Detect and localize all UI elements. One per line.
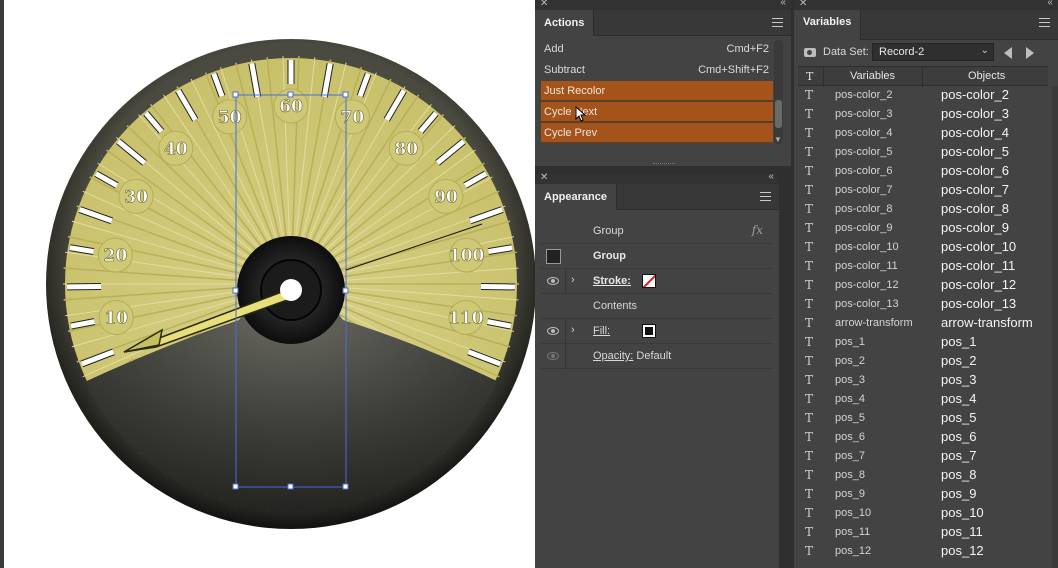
- gauge-label: 40: [164, 139, 188, 159]
- gauge-label: 100: [449, 246, 485, 266]
- camera-icon[interactable]: [804, 48, 816, 57]
- tab-appearance[interactable]: Appearance: [535, 184, 617, 210]
- variables-table-header: T Variables Objects: [798, 66, 1048, 87]
- gauge-label: 90: [434, 187, 458, 207]
- tab-variables[interactable]: Variables: [794, 10, 862, 40]
- fill-swatch[interactable]: [642, 324, 656, 338]
- visibility-eye-icon[interactable]: [547, 327, 559, 335]
- table-row[interactable]: Tpos-color_3 pos-color_3: [798, 105, 1048, 124]
- close-icon[interactable]: ✕: [799, 0, 807, 9]
- panel-menu-icon[interactable]: [1039, 18, 1050, 27]
- action-item-cycle-prev[interactable]: Cycle Prev: [541, 123, 773, 143]
- next-dataset-icon[interactable]: [1026, 47, 1034, 59]
- collapse-icon[interactable]: ‹‹: [768, 171, 774, 182]
- actions-panel: ✕ ‹‹ Actions Add Cmd+F2 Subtract Cmd+Shi…: [535, 0, 791, 166]
- needle-pivot: [280, 279, 302, 301]
- table-row[interactable]: Tpos_9 pos_9: [798, 485, 1048, 504]
- stroke-swatch[interactable]: [642, 274, 656, 288]
- gauge-label: 50: [218, 108, 242, 128]
- table-row[interactable]: Tpos-color_11 pos-color_11: [798, 257, 1048, 276]
- appearance-panel: ✕ ‹‹ Appearance Group fx Group › Stroke:…: [535, 171, 779, 568]
- gauge-label: 20: [104, 246, 128, 266]
- fill-label[interactable]: Fill:: [593, 325, 610, 337]
- table-row[interactable]: Tpos_1 pos_1: [798, 333, 1048, 352]
- variables-table: Tpos-color_2 pos-color_2 Tpos-color_3 pos-c…: [798, 86, 1048, 568]
- previous-dataset-icon[interactable]: [1004, 47, 1012, 59]
- appearance-fill-row[interactable]: › Fill:: [541, 319, 773, 344]
- appearance-group-row[interactable]: Group: [541, 244, 773, 269]
- scroll-down-icon[interactable]: ▼: [774, 135, 782, 144]
- variables-scrollbar[interactable]: [1052, 86, 1058, 568]
- table-row[interactable]: Tpos_7 pos_7: [798, 447, 1048, 466]
- gauge-label: 110: [448, 308, 484, 328]
- gauge-label: 60: [279, 97, 303, 117]
- dataset-select[interactable]: Record-2 ⌄: [872, 43, 994, 61]
- opacity-value: Default: [636, 350, 672, 362]
- gauge-label: 80: [394, 139, 418, 159]
- table-row[interactable]: Tpos_3 pos_3: [798, 371, 1048, 390]
- gauge-label: 70: [341, 108, 365, 128]
- table-row[interactable]: Tpos_8 pos_8: [798, 466, 1048, 485]
- table-row[interactable]: Tpos-color_4 pos-color_4: [798, 124, 1048, 143]
- panel-resize-handle[interactable]: [653, 163, 675, 166]
- collapse-icon[interactable]: ‹‹: [780, 0, 786, 8]
- fx-icon[interactable]: fx: [752, 223, 763, 237]
- chevron-right-icon[interactable]: ›: [571, 324, 575, 336]
- table-row[interactable]: Tpos-color_10 pos-color_10: [798, 238, 1048, 257]
- variables-panel: ✕ ‹‹ Variables Data Set: Record-2 ⌄ T Va…: [794, 0, 1058, 568]
- table-row[interactable]: Tpos-color_8 pos-color_8: [798, 200, 1048, 219]
- group-thumbnail: [546, 249, 561, 264]
- table-row[interactable]: Tpos_6 pos_6: [798, 428, 1048, 447]
- table-row[interactable]: Tpos_10 pos_10: [798, 504, 1048, 523]
- mouse-cursor-icon: [575, 106, 587, 122]
- action-item-add[interactable]: Add Cmd+F2: [541, 39, 773, 59]
- table-row[interactable]: Tarrow-transform arrow-transform: [798, 314, 1048, 333]
- gauge-label: 30: [124, 187, 148, 207]
- table-row[interactable]: Tpos-color_12 pos-color_12: [798, 276, 1048, 295]
- collapse-icon[interactable]: ‹‹: [1047, 0, 1053, 8]
- table-row[interactable]: Tpos-color_7 pos-color_7: [798, 181, 1048, 200]
- chevron-right-icon[interactable]: ›: [571, 274, 575, 286]
- table-row[interactable]: Tpos-color_5 pos-color_5: [798, 143, 1048, 162]
- appearance-opacity-row[interactable]: Opacity: Default: [541, 344, 773, 369]
- table-row[interactable]: Tpos_5 pos_5: [798, 409, 1048, 428]
- actions-scrollbar[interactable]: ▼: [774, 40, 783, 144]
- action-item-just-recolor[interactable]: Just Recolor: [541, 81, 773, 101]
- tab-actions[interactable]: Actions: [535, 10, 595, 36]
- speedometer-artwork[interactable]: 0102030405060708090100110120: [4, 0, 539, 568]
- table-row[interactable]: Tpos-color_2 pos-color_2: [798, 86, 1048, 105]
- table-row[interactable]: Tpos_12 pos_12: [798, 542, 1048, 561]
- table-row[interactable]: Tpos-color_9 pos-color_9: [798, 219, 1048, 238]
- dataset-row: Data Set: Record-2 ⌄: [794, 42, 1058, 64]
- table-row[interactable]: Tpos_2 pos_2: [798, 352, 1048, 371]
- close-icon[interactable]: ✕: [540, 0, 548, 9]
- table-row[interactable]: Tpos_11 pos_11: [798, 523, 1048, 542]
- visibility-eye-icon[interactable]: [547, 277, 559, 285]
- table-row[interactable]: Tpos-color_6 pos-color_6: [798, 162, 1048, 181]
- stroke-label[interactable]: Stroke:: [593, 275, 631, 287]
- chevron-down-icon: ⌄: [980, 45, 989, 56]
- panel-menu-icon[interactable]: [772, 18, 783, 27]
- artboard-canvas[interactable]: 0102030405060708090100110120: [0, 0, 536, 568]
- table-row[interactable]: Tpos-color_13 pos-color_13: [798, 295, 1048, 314]
- visibility-eye-icon[interactable]: [547, 352, 559, 360]
- illustrator-workspace: 0102030405060708090100110120 ✕: [0, 0, 1058, 568]
- opacity-label[interactable]: Opacity:: [593, 350, 633, 362]
- close-icon[interactable]: ✕: [540, 172, 548, 183]
- action-item-subtract[interactable]: Subtract Cmd+Shift+F2: [541, 60, 773, 80]
- appearance-contents-row[interactable]: Contents: [541, 294, 773, 319]
- panel-menu-icon[interactable]: [760, 192, 771, 201]
- appearance-header-row: Group fx: [541, 219, 773, 244]
- gauge-label: 10: [104, 308, 128, 328]
- table-row[interactable]: Tpos_4 pos_4: [798, 390, 1048, 409]
- appearance-stroke-row[interactable]: › Stroke:: [541, 269, 773, 294]
